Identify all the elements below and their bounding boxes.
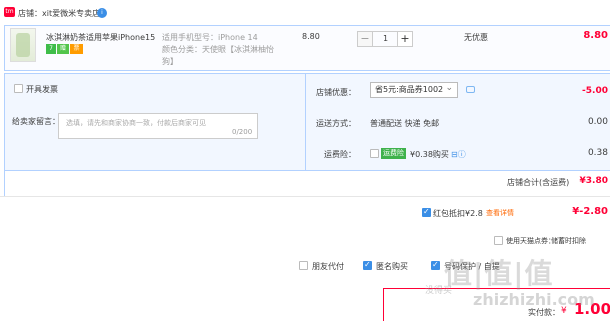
redpack-details-link[interactable]: 查看详情 — [486, 208, 514, 218]
anonymous-label[interactable]: 匿名购买 — [376, 261, 408, 272]
quantity-increase-button[interactable]: + — [397, 31, 413, 47]
shipping-method: 普通配送 快递 免邮 — [370, 119, 440, 128]
redpack-checkbox[interactable] — [422, 207, 431, 217]
section-divider — [0, 196, 610, 197]
insurance-label: 运费险： — [324, 150, 356, 159]
friend-pay-checkbox[interactable] — [299, 261, 308, 270]
promo-amount: -5.00 — [582, 86, 608, 96]
invoice-icon: 票 — [70, 44, 83, 54]
number-protect-checkbox[interactable] — [431, 260, 440, 270]
redpack-label: 红包抵扣¥2.8 — [433, 209, 483, 218]
tmall-points-label: 使用天猫点券： — [506, 237, 555, 245]
tmall-points-checkbox[interactable] — [494, 236, 503, 245]
product-title[interactable]: 冰淇淋奶茶适用苹果iPhone15... — [46, 32, 156, 43]
tmall-logo-icon: tm — [4, 7, 15, 17]
store-name[interactable]: 店铺：xit爱微米专卖店 — [18, 8, 100, 19]
coupon-select[interactable]: 省5元:商品券1002 — [370, 82, 458, 98]
shipping-label: 运送方式： — [316, 119, 356, 128]
service-icons: 7赠票 — [46, 44, 84, 54]
store-info-icon[interactable]: i — [97, 8, 107, 18]
invoice-checkbox[interactable] — [14, 84, 23, 93]
gift-icon: 赠 — [57, 44, 69, 54]
insurance-checkbox[interactable] — [370, 149, 379, 158]
sku-model: 适用手机型号：iPhone 14 — [162, 33, 258, 42]
quantity-decrease-button[interactable]: − — [357, 31, 373, 47]
promo-label: 店铺优惠： — [316, 88, 356, 97]
sku-color: 颜色分类：天使眼【冰淇淋柚怡 — [162, 45, 274, 54]
watermark-slogan: 没得买 — [425, 286, 453, 296]
invoice-label[interactable]: 开具发票 — [26, 84, 58, 95]
sku-color-continued: 狗】 — [162, 57, 178, 66]
store-total-amount: ¥3.80 — [579, 176, 608, 186]
product-thumbnail[interactable] — [10, 28, 36, 62]
item-subtotal: 8.80 — [583, 30, 608, 41]
store-total-label: 店铺合计(含运费) — [507, 178, 570, 187]
shipping-amount: 0.00 — [587, 117, 608, 127]
watermark-url: zhizhizhi.com — [473, 290, 595, 309]
friend-pay-label[interactable]: 朋友代付 — [312, 261, 344, 272]
tmall-points-note: 储蓄时扣除 — [551, 237, 586, 245]
anonymous-checkbox[interactable] — [363, 260, 372, 270]
chat-icon[interactable] — [466, 86, 475, 93]
quantity-input[interactable]: 1 — [373, 31, 398, 47]
redpack-amount: ¥-2.80 — [572, 206, 608, 217]
insurance-amount: 0.38 — [587, 148, 608, 158]
unit-price: 8.80 — [302, 32, 320, 41]
insurance-price: ¥0.38购买 — [410, 150, 449, 159]
message-placeholder: 选填，请先和商家协商一致，付款后商家可见 — [66, 119, 206, 127]
insurance-info-icon[interactable]: ⊟ⓘ — [451, 149, 466, 160]
insurance-tag: 运费险 — [381, 148, 406, 159]
item-discount: 无优惠 — [464, 33, 488, 42]
watermark-logo: 值|值|值 — [444, 257, 554, 290]
message-char-count: 0/200 — [232, 128, 253, 136]
seven-day-return-icon: 7 — [46, 44, 56, 54]
message-label: 给卖家留言： — [12, 117, 60, 126]
